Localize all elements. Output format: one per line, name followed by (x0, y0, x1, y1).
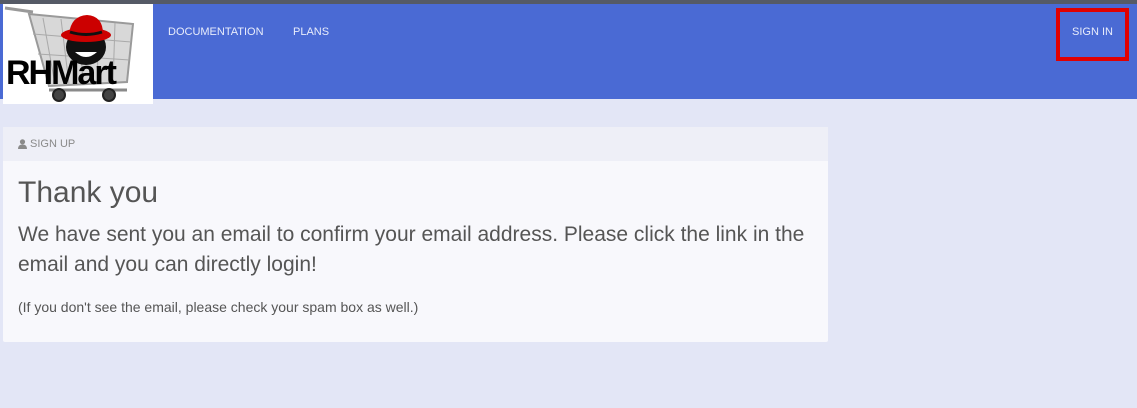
signup-confirmation-card: SIGN UP Thank you We have sent you an em… (3, 127, 828, 342)
card-header: SIGN UP (3, 127, 828, 161)
card-header-label: SIGN UP (30, 138, 76, 150)
brand-logo[interactable]: RHMart (3, 4, 153, 104)
nav-documentation-link[interactable]: DOCUMENTATION (168, 26, 264, 38)
sign-in-link[interactable]: SIGN IN (1072, 26, 1113, 38)
spam-note: (If you don't see the email, please chec… (18, 299, 419, 315)
confirmation-message: We have sent you an email to confirm you… (18, 223, 805, 276)
page-title: Thank you (18, 176, 159, 209)
user-icon (18, 139, 27, 149)
brand-logo-text: RHMart (6, 54, 117, 92)
top-navbar (0, 4, 1137, 99)
nav-plans-link[interactable]: PLANS (293, 26, 329, 38)
